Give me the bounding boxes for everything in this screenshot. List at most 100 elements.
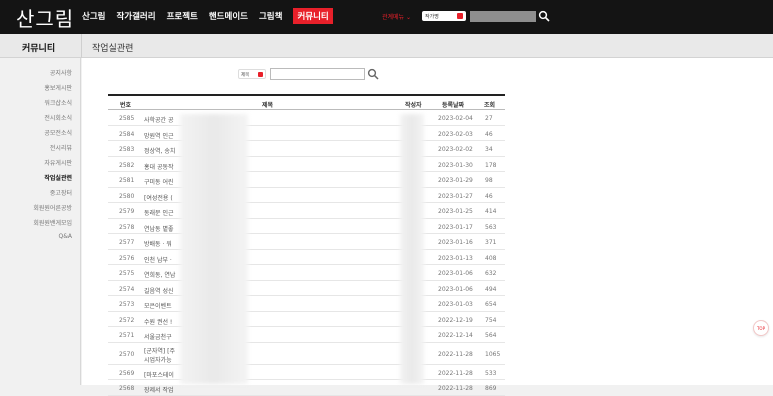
sidebar-item-studio[interactable]: 작업실관련 [44,173,72,182]
nav-item-community[interactable]: 커뮤니티 [293,8,333,24]
post-views: 533 [485,369,497,377]
sidebar-item-promotion[interactable]: 홍보게시판 [44,83,72,92]
post-date: 2023-02-04 [438,115,473,122]
post-number: 2577 [119,239,135,246]
table-row[interactable]: 2584 망원역 인근 2023-02-03 46 [108,126,505,141]
table-row[interactable]: 2583 정상역, 송치 2023-02-02 34 [108,141,505,157]
post-title-link[interactable]: 장제서 작업 [144,385,174,394]
sidebar-item-notice[interactable]: 공지사항 [50,68,72,77]
post-title-link[interactable]: [군자역] [주 [144,346,175,355]
sidebar-item-qna[interactable]: Q&A [58,233,72,240]
table-row[interactable]: 2581 구미동 어린 2023-01-29 98 [108,172,505,188]
post-title-link[interactable]: 수원 권선 ! [144,317,172,326]
post-date: 2023-01-25 [438,208,473,215]
table-row[interactable]: 2582 홍대 공동작 2023-01-30 178 [108,157,505,172]
post-title-link[interactable]: 정상역, 송치 [144,146,175,155]
post-number: 2570 [119,350,135,358]
post-date: 2022-11-28 [438,369,473,377]
board-search-input[interactable] [270,68,365,80]
site-logo[interactable]: 산그림 [16,3,74,32]
column-header-date: 등록날짜 [442,102,465,109]
table-row[interactable]: 2580 [여성전용 (2023-01-27 46 [108,188,505,203]
post-title-link[interactable]: 연희동, 연남 [144,270,175,279]
table-row[interactable]: 2569 [마포스테이 2022-11-28 533 [108,365,505,380]
post-title-link[interactable]: 서울금천구 [144,332,172,341]
post-date: 2023-01-03 [438,301,473,308]
post-views: 98 [485,177,493,184]
column-header-views: 조회 [484,102,496,109]
search-input[interactable] [470,11,536,22]
sidebar-item-free-board[interactable]: 자유게시판 [44,158,72,167]
table-row[interactable]: 2585 사학공간 공 2023-02-04 27 [108,110,505,126]
sidebar-item-market[interactable]: 중고장터 [50,188,72,197]
post-views: 754 [485,316,497,324]
sidebar-item-contest[interactable]: 공모전소식 [44,128,72,137]
table-row[interactable]: 2568 장제서 작업 2022-11-28 869 [108,380,505,396]
table-row[interactable]: 2571 서울금천구 2022-12-14 564 [108,327,505,343]
table-row[interactable]: 2578 연남동 볕좋 2023-01-17 563 [108,219,505,234]
post-date: 2023-01-29 [438,177,473,184]
post-number: 2568 [119,385,135,392]
top-navigation-bar: 산그림 산그림 작가갤러리 프로젝트 핸드메이드 그림책 커뮤니티 관계메뉴 ⌄… [0,0,773,34]
post-date: 2023-01-27 [438,192,473,200]
post-title-link[interactable]: 홍대 공동작 [144,162,174,171]
post-date: 2023-02-02 [438,146,473,153]
post-title-link[interactable]: 모은이벤트 [144,301,172,310]
post-date: 2023-01-30 [438,161,473,169]
scroll-top-button[interactable]: TOP [753,320,769,336]
nav-item-handmade[interactable]: 핸드메이드 [209,10,248,24]
nav-item-project[interactable]: 프로젝트 [167,10,198,24]
column-header-title: 제목 [262,102,274,109]
nav-item-picturebook[interactable]: 그림책 [259,10,282,24]
post-title-link[interactable]: 연남동 볕좋 [144,224,174,233]
post-number: 2574 [119,285,135,293]
sidebar-item-review[interactable]: 전시리뷰 [50,143,72,152]
table-row[interactable]: 2579 동래문 인근 2023-01-25 414 [108,203,505,219]
post-title-link[interactable]: 길음역 성신 [144,286,174,295]
table-row[interactable]: 2573 모은이벤트 2023-01-03 654 [108,296,505,312]
quick-menu-link[interactable]: 관계메뉴 ⌄ [382,12,411,21]
post-title-link[interactable]: 사학공간 공 [144,115,174,124]
sidebar-item-member-group[interactable]: 회원원밴게모임 [33,218,72,227]
sidebar: 공지사항 홍보게시판 워크샵소식 전시회소식 공모전소식 전시리뷰 자유게시판 … [0,58,81,385]
post-title-link-line2[interactable]: 시업자가능 [144,355,172,364]
table-row[interactable]: 2572 수원 권선 ! 2022-12-19 754 [108,312,505,327]
post-title-link[interactable]: 동래문 인근 [144,208,174,217]
table-row[interactable]: 2577 방배동 · 워 2023-01-16 371 [108,234,505,250]
sidebar-item-exhibition[interactable]: 전시회소식 [44,113,72,122]
post-views: 46 [485,192,493,200]
post-title-link[interactable]: 인천 남부 · [144,255,172,264]
post-title-link[interactable]: 망원역 인근 [144,131,174,140]
post-title-link[interactable]: [여성전용 ( [144,193,173,202]
column-header-author: 작성자 [405,102,422,109]
post-number: 2578 [119,223,135,231]
post-title-link[interactable]: 구미동 어린 [144,177,174,186]
post-date: 2023-01-13 [438,254,473,262]
post-title-link[interactable]: 방배동 · 워 [144,239,172,248]
post-date: 2022-11-28 [438,350,473,358]
nav-item-sangrim[interactable]: 산그림 [82,10,105,24]
board-search-select-value: 제목 [241,73,250,78]
search-category-select[interactable]: 작가명 [422,11,466,21]
post-number: 2583 [119,146,135,153]
sidebar-item-member-workshop[interactable]: 회원원어른공방 [33,203,72,212]
post-views: 869 [485,385,497,392]
table-row[interactable]: 2570 [군자역] [주 시업자가능 2022-11-28 1065 [108,343,505,365]
table-row[interactable]: 2575 연희동, 연남 2023-01-06 632 [108,265,505,281]
sidebar-item-workshop[interactable]: 워크샵소식 [44,98,72,107]
table-row[interactable]: 2574 길음역 성신 2023-01-06 494 [108,281,505,296]
blurred-content [180,114,248,384]
search-icon[interactable] [538,10,550,22]
search-icon[interactable] [367,68,379,80]
post-date: 2022-12-19 [438,316,473,324]
post-views: 34 [485,146,493,153]
nav-item-artist-gallery[interactable]: 작가갤러리 [116,10,155,24]
board-search-select[interactable]: 제목 [238,69,266,79]
table-row[interactable]: 2576 인천 남부 · 2023-01-13 408 [108,250,505,265]
search-category-value: 작가명 [425,14,439,20]
post-title-link[interactable]: [마포스테이 [144,370,174,379]
main-nav: 산그림 작가갤러리 프로젝트 핸드메이드 그림책 커뮤니티 [82,8,344,24]
post-number: 2573 [119,301,135,308]
post-views: 414 [485,208,497,215]
post-date: 2023-01-06 [438,285,473,293]
